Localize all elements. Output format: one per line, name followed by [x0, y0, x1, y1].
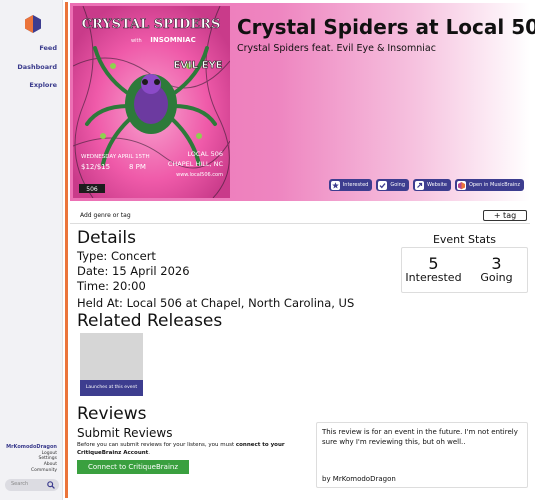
submit-reviews-text: Before you can submit reviews for your l… [77, 442, 302, 458]
event-poster: CRYSTAL SPIDERS with INSOMNIAC EVIL EYE … [73, 6, 230, 198]
search-input[interactable]: Search [5, 479, 59, 491]
poster-city: CHAPEL HILL, NC [168, 160, 224, 168]
poster-time: 8 PM [129, 163, 146, 171]
website-label: Website [427, 182, 447, 188]
connect-critiquebrainz-button[interactable]: Connect to CritiqueBrainz [77, 460, 189, 474]
poster-date: WEDNESDAY APRIL 15TH [81, 154, 150, 160]
tag-bar: Add genre or tag + tag [70, 208, 530, 224]
going-count-label: Going [480, 271, 513, 284]
add-tag-button[interactable]: + tag [483, 210, 527, 221]
interested-count-label: Interested [405, 271, 462, 284]
related-releases-heading: Related Releases [77, 311, 223, 331]
logo-icon[interactable] [25, 15, 41, 33]
stats-title: Event Stats [432, 233, 497, 246]
going-button[interactable]: Going [376, 179, 409, 191]
accent-bar [65, 2, 68, 498]
community-link[interactable]: Community [6, 468, 57, 474]
interested-label: Interested [342, 182, 369, 188]
submit-reviews-heading: Submit Reviews [77, 426, 173, 440]
event-stats: Event Stats 5 Interested 3 Going [401, 230, 528, 294]
event-date: Date: 15 April 2026 [77, 264, 190, 278]
event-actions: Interested Going Website Open in MusicBr… [328, 179, 524, 191]
poster-band-name: CRYSTAL SPIDERS [82, 17, 221, 32]
submit-text-end: . [148, 449, 151, 456]
check-icon [378, 180, 388, 190]
going-label: Going [390, 182, 405, 188]
reviews-heading: Reviews [77, 404, 147, 424]
event-title: Crystal Spiders at Local 506 [237, 15, 535, 39]
poster-price: $12/$15 [81, 163, 110, 171]
musicbrainz-icon [456, 180, 466, 190]
star-icon [330, 180, 340, 190]
sidebar-item-explore[interactable]: Explore [17, 81, 57, 100]
poster-support-2: EVIL EYE [173, 60, 222, 71]
sidebar-item-feed[interactable]: Feed [17, 44, 57, 63]
release-label[interactable]: Launches at this event [80, 380, 143, 396]
interested-count: 5 [428, 254, 439, 273]
interested-button[interactable]: Interested [328, 179, 373, 191]
sidebar-item-dashboard[interactable]: Dashboard [17, 63, 57, 82]
sidebar-username[interactable]: MrKomodoDragon [6, 444, 57, 451]
submit-text-part: Before you can submit reviews for your l… [77, 442, 236, 448]
sidebar-nav: Feed Dashboard Explore [17, 44, 57, 100]
going-count: 3 [491, 254, 502, 273]
details-heading: Details [77, 228, 136, 248]
review-text: This review is for an event in the futur… [322, 428, 518, 446]
poster-site: www.local506.com [176, 172, 223, 178]
musicbrainz-label: Open in MusicBrainz [468, 182, 520, 188]
stat-interested: 5 Interested [402, 256, 465, 284]
review-author: by MrKomodoDragon [322, 475, 396, 483]
sidebar: Feed Dashboard Explore MrKomodoDragon Lo… [0, 0, 63, 500]
poster-art: CRYSTAL SPIDERS with INSOMNIAC EVIL EYE … [73, 6, 230, 198]
event-location: Held At: Local 506 at Chapel, North Caro… [77, 296, 355, 310]
external-link-icon [415, 180, 424, 190]
event-time: Time: 20:00 [77, 279, 146, 293]
search-icon[interactable] [47, 481, 55, 489]
tag-input[interactable]: Add genre or tag [80, 212, 131, 219]
search-placeholder: Search [11, 481, 29, 487]
stat-going: 3 Going [465, 256, 528, 284]
event-type: Type: Concert [77, 249, 156, 263]
musicbrainz-button[interactable]: Open in MusicBrainz [454, 179, 524, 191]
poster-with: with [131, 38, 142, 44]
website-button[interactable]: Website [413, 179, 451, 191]
poster-logo-text: 506 [86, 186, 98, 193]
event-subtitle: Crystal Spiders feat. Evil Eye & Insomni… [237, 43, 436, 54]
review-card: This review is for an event in the futur… [316, 422, 528, 488]
event-hero: CRYSTAL SPIDERS with INSOMNIAC EVIL EYE … [70, 3, 535, 201]
sidebar-user-menu: MrKomodoDragon Logout Settings About Com… [6, 444, 57, 474]
poster-venue: LOCAL 506 [187, 150, 223, 158]
poster-support-1: INSOMNIAC [150, 36, 195, 44]
